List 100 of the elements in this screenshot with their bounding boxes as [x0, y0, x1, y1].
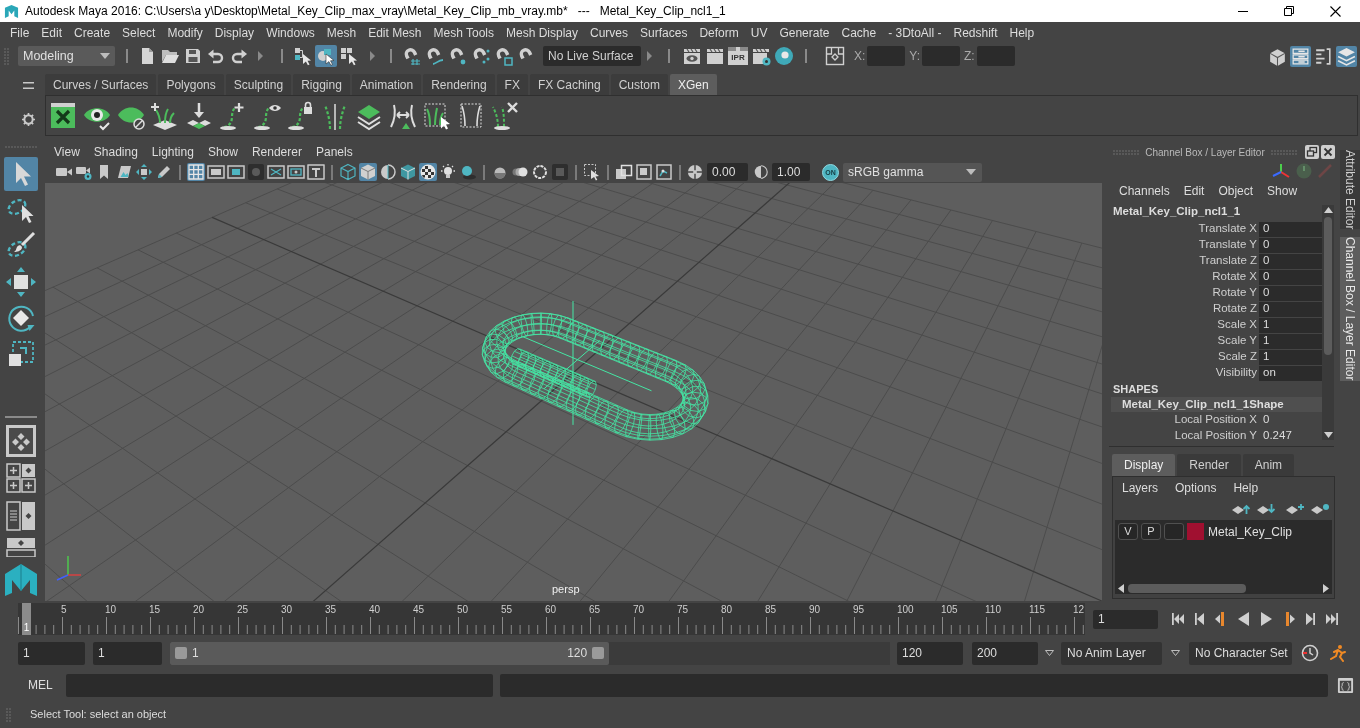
menu-item[interactable]: File [10, 27, 30, 39]
gamma-field[interactable]: 1.00 [772, 163, 810, 181]
magnet-curve-icon[interactable] [425, 46, 445, 66]
triangle-icon[interactable] [258, 51, 263, 61]
dashed-cursor-icon[interactable] [583, 163, 601, 181]
close-icon[interactable] [1321, 145, 1335, 159]
diamond-dot-icon[interactable] [1310, 503, 1330, 515]
wireframe-model[interactable] [481, 312, 709, 441]
caret-icon[interactable] [1171, 650, 1180, 656]
attribute-field[interactable]: 1 [1259, 349, 1322, 365]
magnet-square-icon[interactable] [494, 46, 514, 66]
menu-item[interactable]: Cache [841, 27, 877, 39]
shelf-tab[interactable]: Sculpting [225, 74, 292, 95]
viewport[interactable]: persp [45, 183, 1102, 601]
shadow-sphere-icon[interactable] [459, 163, 477, 181]
range-handle[interactable] [592, 647, 605, 659]
two-pane-icon[interactable] [6, 501, 36, 531]
clapperboard-icon[interactable] [705, 46, 725, 66]
layer-tab[interactable]: Render [1177, 454, 1241, 476]
menu-item[interactable]: Help [1233, 481, 1259, 494]
scrollbar-thumb[interactable] [1128, 583, 1246, 593]
frame-rectangle-icon[interactable] [207, 163, 225, 181]
time-ruler[interactable]: 5 10 15 20 25 30 35 40 45 50 55 60 65 70 75 80 85 90 95 100 105 110 115 12 1 [18, 603, 1085, 635]
menu-item[interactable]: Create [74, 27, 111, 39]
four-pane-icon[interactable] [6, 463, 36, 493]
grass-cursor-icon[interactable] [422, 100, 452, 131]
half-sphere-icon[interactable] [379, 163, 397, 181]
pivot-lines[interactable] [522, 300, 652, 426]
layers-icon[interactable] [1336, 45, 1357, 67]
frame-fill-icon[interactable] [227, 163, 245, 181]
half-circle-icon[interactable] [754, 164, 768, 180]
horizontal-scrollbar[interactable] [1115, 582, 1332, 594]
shelf-tab[interactable]: Polygons [158, 74, 224, 95]
objects-cursor-icon[interactable] [315, 45, 337, 67]
axes-icon[interactable] [1272, 163, 1290, 179]
menu-item[interactable]: Channels [1119, 185, 1170, 197]
shelf-tab[interactable]: Rigging [293, 74, 350, 95]
menu-item[interactable]: Show [207, 146, 238, 158]
frame-t-icon[interactable] [307, 163, 325, 181]
menu-item[interactable]: Display [214, 27, 255, 39]
live-surface-field[interactable]: No Live Surface [543, 46, 641, 66]
command-field[interactable] [65, 673, 493, 697]
menu-item[interactable]: - 3DtoAll - [888, 27, 942, 39]
attribute-field[interactable]: 0 [1259, 253, 1322, 269]
attribute-field[interactable]: 0 [1259, 221, 1322, 237]
layer-tab[interactable]: Display [1112, 454, 1176, 476]
attribute-field[interactable]: 0 [1259, 237, 1322, 253]
layer-name[interactable]: Metal_Key_Clip [1208, 522, 1293, 541]
layer-tab[interactable]: Anim [1242, 454, 1295, 476]
range-bar[interactable] [170, 641, 610, 665]
playback-start-field[interactable]: 1 [93, 641, 162, 665]
arrow-left-icon[interactable] [1118, 583, 1124, 593]
clapperboard-eye-icon[interactable] [682, 46, 702, 66]
menu-item[interactable]: Mesh Tools [433, 27, 494, 39]
side-tab[interactable]: Attribute Editor [1340, 150, 1360, 230]
scrollbar-thumb[interactable] [1324, 217, 1332, 355]
list-rows-icon[interactable] [1290, 45, 1311, 67]
menu-item[interactable]: Windows [266, 27, 315, 39]
current-frame-field[interactable]: 1 [1093, 609, 1158, 629]
attribute-field[interactable]: 0 [1259, 285, 1322, 301]
attribute-field[interactable]: on [1259, 365, 1322, 381]
playback-toggle[interactable]: P [1141, 523, 1161, 540]
menu-item[interactable]: Deform [699, 27, 739, 39]
triangle-icon[interactable] [647, 51, 652, 61]
shelf-tab[interactable]: Animation [351, 74, 422, 95]
shape-name-row[interactable]: Metal_Key_Clip_ncl1_1Shape [1111, 397, 1322, 412]
magnet-dots-icon[interactable] [471, 46, 491, 66]
arrow-right-icon[interactable] [1323, 583, 1329, 593]
menu-item[interactable]: Shading [93, 146, 138, 158]
shelf-tab[interactable]: Curves / Surfaces [45, 74, 157, 95]
attribute-field[interactable]: 0 [1259, 269, 1322, 285]
arrow-down-icon[interactable] [1323, 432, 1333, 438]
clock-icon[interactable] [1301, 644, 1319, 662]
shaded-cube-icon[interactable] [399, 163, 417, 181]
diamond-up-arrow-icon[interactable] [1231, 503, 1251, 515]
anim-layer-field[interactable]: No Anim Layer [1061, 641, 1162, 665]
spreadsheet-x-icon[interactable] [48, 100, 78, 131]
magnet-grid-icon[interactable] [402, 46, 422, 66]
display-type-toggle[interactable] [1164, 523, 1184, 540]
solid-cube-icon[interactable] [359, 163, 377, 181]
caret-icon[interactable] [1045, 650, 1054, 656]
menu-item[interactable]: Curves [590, 27, 629, 39]
menu-item[interactable]: Renderer [251, 146, 302, 158]
shelf-tab[interactable]: FX Caching [529, 74, 609, 95]
pencil-icon[interactable] [155, 163, 173, 181]
coordinate-field[interactable] [976, 46, 1015, 66]
menu-item[interactable]: Panels [315, 146, 353, 158]
range-handle[interactable] [175, 647, 187, 659]
light-bulb-icon[interactable] [439, 163, 457, 181]
attribute-field[interactable]: 1 [1259, 333, 1322, 349]
triangle-icon[interactable] [370, 51, 375, 61]
menu-item[interactable]: Select [122, 27, 156, 39]
grid-icon[interactable] [187, 163, 205, 181]
visibility-toggle[interactable]: V [1118, 523, 1138, 540]
skip-to-end-icon[interactable] [1324, 611, 1340, 627]
magnet-point-icon[interactable] [448, 46, 468, 66]
four-arrows-icon[interactable] [135, 163, 153, 181]
overlap-squares-icon[interactable] [615, 163, 633, 181]
frame-cross-icon[interactable] [267, 163, 285, 181]
checker-icon[interactable] [419, 163, 437, 181]
